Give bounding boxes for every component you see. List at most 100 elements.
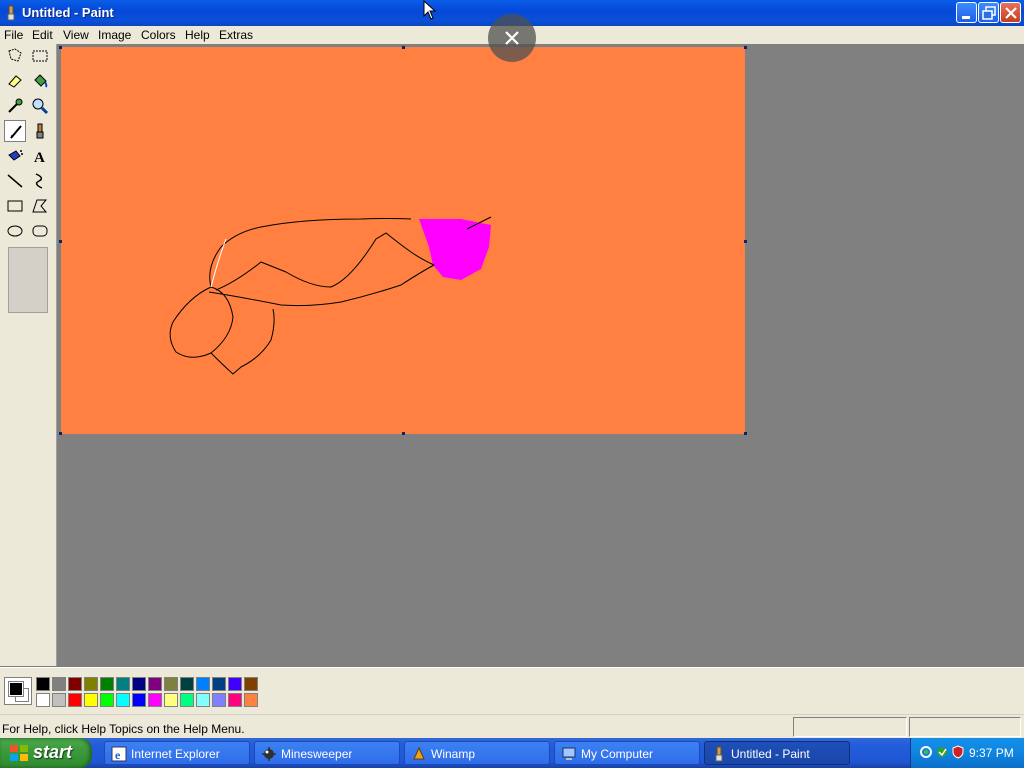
minimize-button[interactable] [956,2,977,23]
rect-select-tool[interactable] [29,45,51,67]
ellipse-icon [7,225,23,237]
menu-view[interactable]: View [63,28,89,42]
foreground-color-box[interactable] [8,681,24,697]
status-bar: For Help, click Help Topics on the Help … [0,714,1024,739]
menu-image[interactable]: Image [98,28,131,42]
color-swatch[interactable] [196,677,210,691]
ie-icon: e [111,746,127,762]
text-icon: A [34,150,45,165]
window-title: Untitled - Paint [22,5,114,20]
text-tool[interactable]: A [29,145,51,167]
color-swatch[interactable] [180,693,194,707]
update-icon[interactable] [935,745,949,759]
task-winamp[interactable]: Winamp [404,741,550,765]
color-swatch[interactable] [132,693,146,707]
task-internet-explorer[interactable]: e Internet Explorer [104,741,250,765]
brush-tool[interactable] [29,120,51,142]
pencil-icon [10,125,22,139]
menu-extras[interactable]: Extras [219,28,253,42]
menu-file[interactable]: File [4,28,23,42]
free-form-select-tool[interactable] [4,45,26,67]
resize-handle[interactable] [744,240,747,243]
mouse-cursor-icon [423,0,437,20]
menu-colors[interactable]: Colors [141,28,176,42]
drawing-canvas[interactable] [61,47,745,434]
status-pane-size [909,717,1021,737]
color-swatch[interactable] [84,677,98,691]
resize-handle[interactable] [744,46,747,49]
color-palette [0,667,1024,714]
color-preview[interactable] [4,677,32,705]
close-button[interactable] [1000,2,1021,23]
color-swatch[interactable] [52,677,66,691]
color-swatch[interactable] [244,693,258,707]
eraser-tool[interactable] [4,70,26,92]
resize-handle[interactable] [744,432,747,435]
task-paint[interactable]: Untitled - Paint [704,741,850,765]
windows-logo-icon [10,745,28,761]
color-swatch[interactable] [52,693,66,707]
color-swatch[interactable] [116,677,130,691]
color-swatch[interactable] [180,677,194,691]
curve-tool[interactable] [29,170,51,192]
color-swatch[interactable] [100,693,114,707]
airbrush-tool[interactable] [4,145,26,167]
color-swatch[interactable] [228,677,242,691]
color-swatch[interactable] [36,693,50,707]
resize-handle[interactable] [59,432,62,435]
pencil-tool[interactable] [4,120,26,142]
color-swatch[interactable] [212,693,226,707]
color-swatch[interactable] [84,693,98,707]
rounded-rectangle-tool[interactable] [29,220,51,242]
rectangle-tool[interactable] [4,195,26,217]
paint-bucket-icon [34,74,48,88]
paint-icon [715,746,723,762]
color-swatch[interactable] [164,677,178,691]
task-label: Winamp [431,747,476,761]
network-icon[interactable] [919,745,933,759]
clock[interactable]: 9:37 PM [969,746,1014,760]
color-swatch[interactable] [148,693,162,707]
resize-handle[interactable] [59,240,62,243]
color-swatch[interactable] [68,693,82,707]
menu-help[interactable]: Help [185,28,210,42]
close-icon [1005,7,1017,19]
color-swatch[interactable] [36,677,50,691]
ellipse-tool[interactable] [4,220,26,242]
svg-text:A: A [34,150,45,165]
task-minesweeper[interactable]: Minesweeper [254,741,400,765]
resize-handle[interactable] [402,432,405,435]
pick-color-tool[interactable] [4,95,26,117]
my-computer-icon [562,747,576,760]
fill-tool[interactable] [29,70,51,92]
color-swatch[interactable] [196,693,210,707]
security-shield-icon[interactable] [951,745,965,759]
color-swatch[interactable] [228,693,242,707]
color-swatch[interactable] [68,677,82,691]
task-my-computer[interactable]: My Computer [554,741,700,765]
start-button[interactable]: start [0,738,92,768]
color-swatch[interactable] [244,677,258,691]
line-icon [7,174,23,188]
paint-app-icon [7,5,15,21]
resize-handle[interactable] [59,46,62,49]
eraser-icon [8,75,22,88]
polygon-tool[interactable] [29,195,51,217]
resize-handle[interactable] [402,46,405,49]
free-form-select-icon [8,48,22,62]
menu-edit[interactable]: Edit [32,28,53,42]
color-swatch[interactable] [132,677,146,691]
color-swatch[interactable] [100,677,114,691]
tool-options-box[interactable] [8,247,48,313]
color-swatch[interactable] [116,693,130,707]
restore-button[interactable] [978,2,999,23]
color-swatch[interactable] [148,677,162,691]
color-swatch[interactable] [212,677,226,691]
task-label: Untitled - Paint [731,747,810,761]
magnifier-tool[interactable] [29,95,51,117]
task-label: Minesweeper [281,747,353,761]
line-tool[interactable] [4,170,26,192]
color-swatch[interactable] [164,693,178,707]
overlay-close-button[interactable] [488,14,536,62]
taskbar: start e Internet Explorer Minesweeper Wi… [0,738,1024,768]
